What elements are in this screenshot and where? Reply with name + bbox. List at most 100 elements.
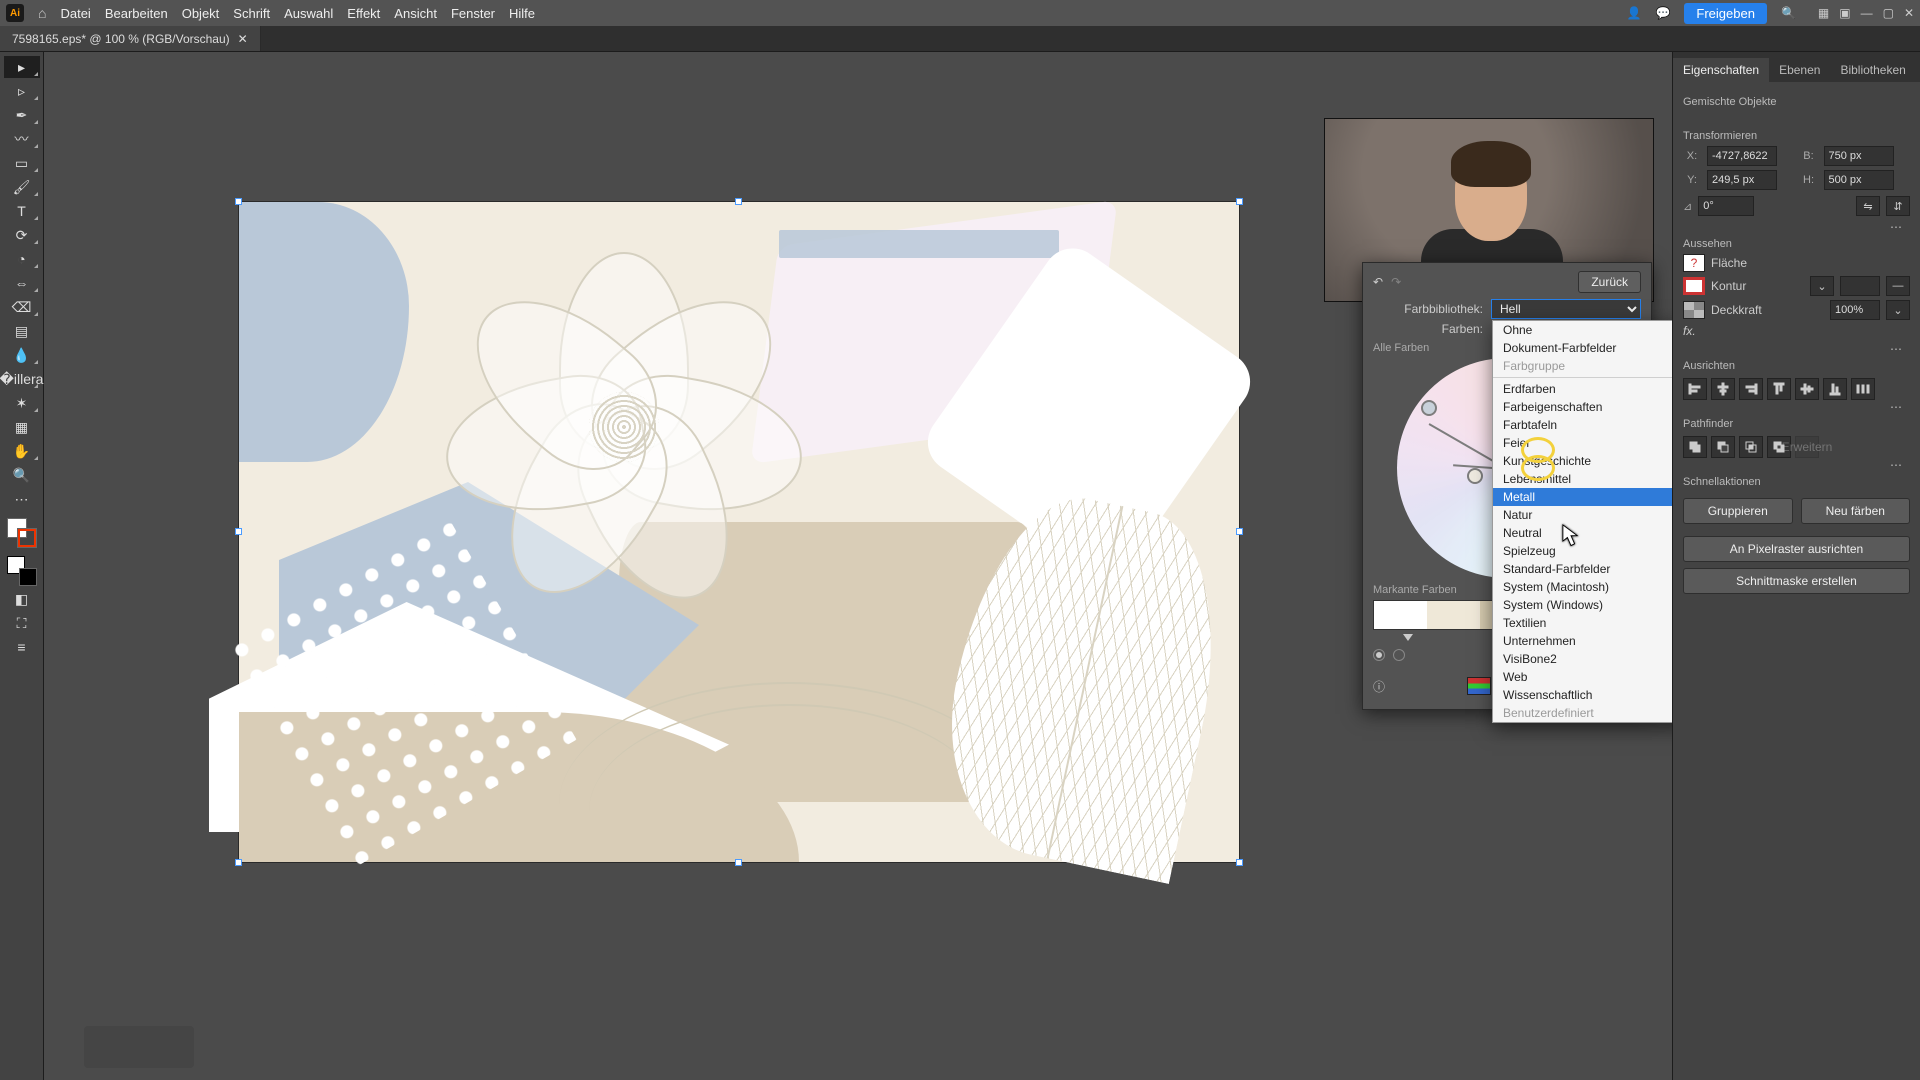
- color-node[interactable]: [1467, 468, 1483, 484]
- dropdown-item[interactable]: System (Macintosh): [1493, 578, 1672, 596]
- dropdown-item[interactable]: System (Windows): [1493, 596, 1672, 614]
- pf-unite[interactable]: [1683, 436, 1707, 458]
- menu-objekt[interactable]: Objekt: [182, 6, 220, 21]
- pen-tool[interactable]: ✒: [4, 104, 40, 126]
- curvature-tool[interactable]: 〰: [4, 128, 40, 150]
- workspace-icon[interactable]: ▣: [1839, 6, 1850, 20]
- paintbrush-tool[interactable]: 🖌: [4, 176, 40, 198]
- rotate-field[interactable]: [1698, 196, 1754, 216]
- more-align-icon[interactable]: ⋯: [1890, 400, 1902, 414]
- opacity-menu[interactable]: ⌄: [1886, 300, 1910, 320]
- direct-selection-tool[interactable]: ▹: [4, 80, 40, 102]
- opacity-field[interactable]: [1830, 300, 1880, 320]
- color-node[interactable]: [1421, 400, 1437, 416]
- dropdown-item[interactable]: Standard-Farbfelder▸: [1493, 560, 1672, 578]
- dropdown-item[interactable]: Unternehmen: [1493, 632, 1672, 650]
- dropdown-item[interactable]: Wissenschaftlich▸: [1493, 686, 1672, 704]
- fx-label[interactable]: fx.: [1683, 324, 1696, 338]
- dropdown-item[interactable]: Feier: [1493, 434, 1672, 452]
- dropdown-item[interactable]: Metall▸: [1493, 488, 1672, 506]
- stroke-weight-field[interactable]: [1840, 276, 1880, 296]
- align-top[interactable]: [1767, 378, 1791, 400]
- document-tab[interactable]: 7598165.eps* @ 100 % (RGB/Vorschau) ✕: [0, 26, 261, 51]
- arrange-icon[interactable]: ▦: [1818, 6, 1829, 20]
- swatch[interactable]: [1374, 601, 1427, 629]
- comment-icon[interactable]: 💬: [1655, 6, 1670, 20]
- redo-icon[interactable]: ↷: [1391, 275, 1401, 289]
- selection-tool[interactable]: ▸: [4, 56, 40, 78]
- gradient-tool[interactable]: ▤: [4, 320, 40, 342]
- dropdown-item[interactable]: Neutral: [1493, 524, 1672, 542]
- dropdown-item[interactable]: Textilien: [1493, 614, 1672, 632]
- canvas[interactable]: ↶ ↷ Zurück Farbbibliothek: Hell Farben: …: [44, 52, 1672, 1080]
- menu-fenster[interactable]: Fenster: [451, 6, 495, 21]
- min-icon[interactable]: —: [1861, 6, 1873, 20]
- cloud-icon[interactable]: 👤: [1627, 6, 1642, 20]
- drawing-mode[interactable]: ◧: [4, 588, 40, 610]
- share-button[interactable]: Freigeben: [1684, 3, 1767, 24]
- menu-hilfe[interactable]: Hilfe: [509, 6, 535, 21]
- distribute-h[interactable]: [1851, 378, 1875, 400]
- w-field[interactable]: [1824, 146, 1894, 166]
- max-icon[interactable]: ▢: [1883, 6, 1894, 20]
- align-right[interactable]: [1739, 378, 1763, 400]
- hand-tool[interactable]: ✋: [4, 440, 40, 462]
- wheel-mode-radio[interactable]: [1393, 649, 1405, 661]
- width-tool[interactable]: ⇔: [4, 272, 40, 294]
- align-hcenter[interactable]: [1711, 378, 1735, 400]
- dropdown-item[interactable]: Farbeigenschaften▸: [1493, 398, 1672, 416]
- eraser-tool[interactable]: ⌫: [4, 296, 40, 318]
- rotate-tool[interactable]: ⟳: [4, 224, 40, 246]
- artboard[interactable]: [239, 202, 1239, 862]
- back-button[interactable]: Zurück: [1578, 271, 1641, 293]
- group-button[interactable]: Gruppieren: [1683, 498, 1793, 524]
- home-icon[interactable]: ⌂: [38, 5, 46, 21]
- dropdown-item[interactable]: Erdfarben: [1493, 380, 1672, 398]
- pixel-align-button[interactable]: An Pixelraster ausrichten: [1683, 536, 1910, 562]
- more-pathfinder-icon[interactable]: ⋯: [1890, 458, 1902, 472]
- x-field[interactable]: [1707, 146, 1777, 166]
- tab-close-icon[interactable]: ✕: [238, 32, 248, 46]
- menu-effekt[interactable]: Effekt: [347, 6, 380, 21]
- more-appearance-icon[interactable]: ⋯: [1890, 342, 1902, 356]
- wheel-mode-radio[interactable]: [1373, 649, 1385, 661]
- menu-bearbeiten[interactable]: Bearbeiten: [105, 6, 168, 21]
- pf-minus[interactable]: [1711, 436, 1735, 458]
- dropdown-item[interactable]: Web: [1493, 668, 1672, 686]
- default-swatches[interactable]: [7, 556, 37, 586]
- dropdown-item[interactable]: Dokument-Farbfelder: [1493, 339, 1672, 357]
- dropdown-item[interactable]: Kunstgeschichte▸: [1493, 452, 1672, 470]
- h-field[interactable]: [1824, 170, 1894, 190]
- stroke-profile[interactable]: ―: [1886, 276, 1910, 296]
- fill-swatch[interactable]: ?: [1683, 254, 1705, 272]
- pf-intersect[interactable]: [1739, 436, 1763, 458]
- color-library-select[interactable]: Hell: [1491, 299, 1641, 319]
- rectangle-tool[interactable]: ▭: [4, 152, 40, 174]
- menu-auswahl[interactable]: Auswahl: [284, 6, 333, 21]
- swatch[interactable]: [1427, 601, 1480, 629]
- swatch-library-icon[interactable]: [1467, 677, 1491, 695]
- align-left[interactable]: [1683, 378, 1707, 400]
- recolor-button[interactable]: Neu färben: [1801, 498, 1911, 524]
- menu-schrift[interactable]: Schrift: [233, 6, 270, 21]
- menu-datei[interactable]: Datei: [60, 6, 90, 21]
- dropdown-item[interactable]: VisiBone2: [1493, 650, 1672, 668]
- dropdown-item[interactable]: Farbtafeln▸: [1493, 416, 1672, 434]
- edit-toolbar[interactable]: ≡: [4, 636, 40, 658]
- opacity-swatch[interactable]: [1683, 301, 1705, 319]
- dropdown-item[interactable]: Ohne: [1493, 321, 1672, 339]
- clipmask-button[interactable]: Schnittmaske erstellen: [1683, 568, 1910, 594]
- tab-libraries[interactable]: Bibliotheken: [1830, 58, 1915, 82]
- more-transform-icon[interactable]: ⋯: [1890, 220, 1902, 234]
- info-icon[interactable]: ⓘ: [1373, 678, 1385, 695]
- type-tool[interactable]: T: [4, 200, 40, 222]
- align-bottom[interactable]: [1823, 378, 1847, 400]
- search-icon[interactable]: 🔍: [1781, 6, 1796, 20]
- dropdown-item[interactable]: Spielzeug: [1493, 542, 1672, 560]
- tab-properties[interactable]: Eigenschaften: [1673, 58, 1769, 82]
- stroke-weight-down[interactable]: ⌄: [1810, 276, 1834, 296]
- flip-v-icon[interactable]: ⇵: [1886, 196, 1910, 216]
- toolbar-more[interactable]: ⋯: [4, 488, 40, 510]
- fill-stroke-control[interactable]: [7, 518, 37, 548]
- blend-tool[interactable]: �illera: [4, 368, 40, 390]
